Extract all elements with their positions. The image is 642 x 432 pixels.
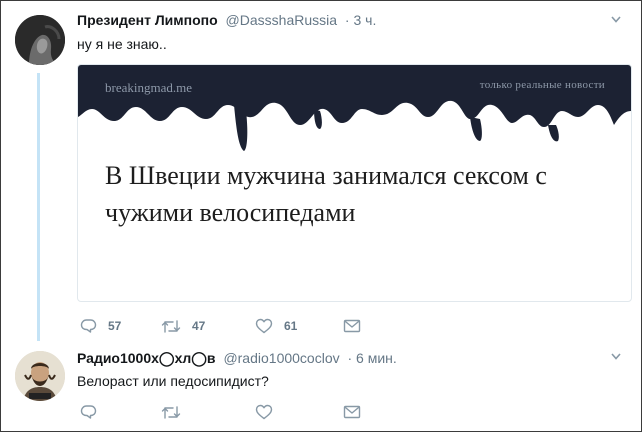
direct-message-button[interactable] — [343, 402, 361, 422]
avatar-image — [15, 351, 65, 401]
reply-button[interactable] — [80, 402, 108, 422]
tweet-header: Радио1000х◯хл◯в @radio1000coclov · 6 мин… — [77, 350, 397, 367]
tweet-time[interactable]: · 3 ч. — [345, 12, 376, 28]
chevron-down-icon[interactable] — [611, 353, 621, 362]
tweet-text: ну я не знаю.. — [77, 36, 167, 52]
avatar[interactable] — [15, 351, 65, 401]
retweet-count: 47 — [192, 319, 206, 333]
heart-icon — [255, 318, 273, 334]
tweet-header: Президент Лимпопо @DassshaRussia · 3 ч. — [77, 12, 376, 28]
retweet-icon — [161, 319, 181, 333]
direct-message-button[interactable] — [343, 316, 361, 336]
card-headline: В Швеции мужчина занимался сексом с чужи… — [105, 161, 547, 227]
envelope-icon — [343, 405, 361, 419]
card-site-name: breakingmad.me — [105, 80, 192, 95]
retweet-button[interactable]: 47 — [161, 316, 205, 336]
like-count: 61 — [284, 319, 298, 333]
heart-icon — [255, 404, 273, 420]
chevron-down-icon[interactable] — [611, 16, 621, 25]
envelope-icon — [343, 319, 361, 333]
avatar[interactable] — [15, 15, 65, 65]
author-handle[interactable]: @DassshaRussia — [226, 12, 337, 28]
link-card[interactable]: breakingmad.me только реальные новости В… — [77, 64, 632, 302]
reply-icon — [80, 319, 97, 333]
reply-button[interactable]: 57 — [80, 316, 121, 336]
tweet-time[interactable]: · 6 мин. — [348, 350, 397, 366]
retweet-button[interactable] — [161, 402, 192, 422]
like-button[interactable]: 61 — [255, 316, 297, 336]
retweet-icon — [161, 405, 181, 419]
author-name[interactable]: Радио1000х◯хл◯в — [77, 350, 216, 366]
author-handle[interactable]: @radio1000coclov — [223, 350, 339, 366]
avatar-image — [15, 15, 65, 65]
thread-connector-line — [37, 73, 40, 341]
card-tagline: только реальные новости — [479, 79, 605, 91]
reply-icon — [80, 405, 97, 419]
author-name[interactable]: Президент Лимпопо — [77, 12, 218, 28]
reply-count: 57 — [108, 319, 122, 333]
like-button[interactable] — [255, 402, 284, 422]
tweet-text: Велораст или педосипидист? — [77, 373, 269, 389]
